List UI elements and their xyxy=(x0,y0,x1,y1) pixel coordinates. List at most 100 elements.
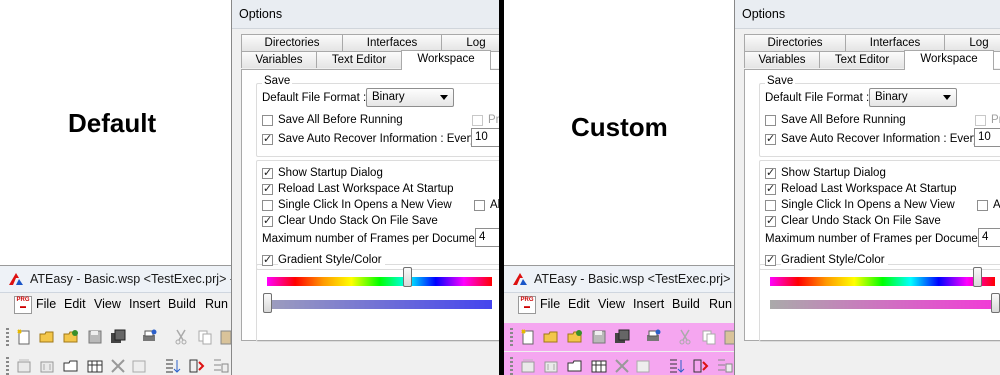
insert-task-icon[interactable] xyxy=(519,357,537,375)
insert-form-icon[interactable] xyxy=(130,357,148,375)
toolbar-grip[interactable] xyxy=(510,357,513,375)
reload-last-checkbox[interactable] xyxy=(262,182,273,195)
default-file-format-select[interactable]: Binary xyxy=(869,88,957,107)
tab-text-editor[interactable]: Text Editor xyxy=(819,51,905,68)
insert-program-icon[interactable] xyxy=(62,357,80,375)
open-folder-icon[interactable] xyxy=(38,328,56,346)
tab-log[interactable]: Log xyxy=(944,34,1000,51)
open-workspace-icon[interactable] xyxy=(62,328,80,346)
menu-run[interactable]: Run xyxy=(205,297,228,311)
menu-file[interactable]: File xyxy=(36,297,56,311)
auto-recover-minutes-field[interactable]: 10 xyxy=(471,128,499,147)
tab-log[interactable]: Log xyxy=(441,34,499,51)
gradient-checkbox[interactable] xyxy=(765,253,776,266)
show-startup-checkbox[interactable] xyxy=(262,166,273,179)
menu-insert[interactable]: Insert xyxy=(129,297,160,311)
toolbar-grip[interactable] xyxy=(510,328,513,346)
cut-icon[interactable] xyxy=(172,328,190,346)
menu-build[interactable]: Build xyxy=(672,297,700,311)
gradient-checkbox[interactable] xyxy=(262,253,273,266)
insert-statement-icon[interactable] xyxy=(163,357,181,375)
insert-test-icon[interactable] xyxy=(542,357,560,375)
save-auto-recover-checkbox[interactable] xyxy=(262,132,273,145)
save-auto-recover-checkbox[interactable] xyxy=(765,132,776,145)
save-all-checkbox[interactable] xyxy=(262,115,273,126)
save-all-icon[interactable] xyxy=(613,328,631,346)
document-menu-icon[interactable]: PRG ▬ xyxy=(518,296,536,314)
toolbar-grip[interactable] xyxy=(6,328,9,346)
tab-interfaces[interactable]: Interfaces xyxy=(845,34,945,51)
insert-call-icon[interactable] xyxy=(187,357,205,375)
print-icon[interactable] xyxy=(140,328,158,346)
copy-icon[interactable] xyxy=(700,328,718,346)
menu-edit[interactable]: Edit xyxy=(568,297,590,311)
insert-system-icon[interactable] xyxy=(590,357,608,375)
insert-test-icon[interactable] xyxy=(38,357,56,375)
menu-build[interactable]: Build xyxy=(168,297,196,311)
reload-last-label: Reload Last Workspace At Startup xyxy=(781,183,957,195)
clear-undo-checkbox[interactable] xyxy=(262,214,273,227)
truncated-option-2-checkbox[interactable] xyxy=(474,200,485,211)
tab-directories[interactable]: Directories xyxy=(744,34,846,51)
insert-driver-icon[interactable] xyxy=(613,357,631,375)
ateasy-window: ATEasy - Basic.wsp <TestExec.prj> - [T P… xyxy=(0,265,249,375)
auto-recover-minutes-field[interactable]: 10 xyxy=(974,128,1000,147)
menu-run[interactable]: Run xyxy=(709,297,732,311)
single-click-checkbox[interactable] xyxy=(262,200,273,211)
tab-overflow xyxy=(490,51,499,68)
menu-view[interactable]: View xyxy=(94,297,121,311)
reload-last-checkbox[interactable] xyxy=(765,182,776,195)
menu-view[interactable]: View xyxy=(598,297,625,311)
tab-workspace[interactable]: Workspace xyxy=(904,50,994,70)
tab-interfaces[interactable]: Interfaces xyxy=(342,34,442,51)
save-all-checkbox[interactable] xyxy=(765,115,776,126)
gradient-preview-bar xyxy=(267,300,492,309)
truncated-option-2-checkbox[interactable] xyxy=(977,200,988,211)
new-icon[interactable] xyxy=(15,328,33,346)
copy-icon[interactable] xyxy=(196,328,214,346)
toolbar-grip[interactable] xyxy=(6,357,9,375)
tab-workspace[interactable]: Workspace xyxy=(401,50,491,70)
tab-text-editor[interactable]: Text Editor xyxy=(316,51,402,68)
max-frames-field[interactable]: 4 xyxy=(978,228,1000,247)
insert-call-icon[interactable] xyxy=(691,357,709,375)
cut-icon[interactable] xyxy=(676,328,694,346)
new-icon[interactable] xyxy=(519,328,537,346)
save-all-icon[interactable] xyxy=(109,328,127,346)
show-startup-checkbox[interactable] xyxy=(765,166,776,179)
insert-statement-icon[interactable] xyxy=(667,357,685,375)
single-click-checkbox[interactable] xyxy=(765,200,776,211)
insert-form-icon[interactable] xyxy=(634,357,652,375)
gradient-hue-slider-thumb[interactable] xyxy=(402,267,412,287)
panel-custom: Custom ATEasy - Basic.wsp <TestExec.prj>… xyxy=(504,0,1000,375)
insert-if-icon[interactable] xyxy=(715,357,733,375)
open-workspace-icon[interactable] xyxy=(566,328,584,346)
save-icon[interactable] xyxy=(590,328,608,346)
open-folder-icon[interactable] xyxy=(542,328,560,346)
default-file-format-select[interactable]: Binary xyxy=(366,88,454,107)
gradient-intensity-slider-thumb[interactable] xyxy=(991,293,1000,313)
truncated-option-checkbox[interactable] xyxy=(472,115,483,126)
tab-directories[interactable]: Directories xyxy=(241,34,343,51)
max-frames-label: Maximum number of Frames per Document : xyxy=(262,233,491,245)
gradient-hue-slider-thumb[interactable] xyxy=(973,267,982,287)
print-icon[interactable] xyxy=(644,328,662,346)
insert-if-icon[interactable] xyxy=(211,357,229,375)
max-frames-field[interactable]: 4 xyxy=(475,228,499,247)
document-menu-icon[interactable]: PRG ▬ xyxy=(14,296,32,314)
insert-program-icon[interactable] xyxy=(566,357,584,375)
menu-edit[interactable]: Edit xyxy=(64,297,86,311)
clear-undo-checkbox[interactable] xyxy=(765,214,776,227)
gradient-intensity-slider-thumb[interactable] xyxy=(263,293,272,313)
tab-variables[interactable]: Variables xyxy=(241,51,317,68)
insert-driver-icon[interactable] xyxy=(109,357,127,375)
tab-variables[interactable]: Variables xyxy=(744,51,820,68)
insert-system-icon[interactable] xyxy=(86,357,104,375)
app-title-bar: ATEasy - Basic.wsp <TestExec.prj> - [T xyxy=(0,266,249,293)
insert-task-icon[interactable] xyxy=(15,357,33,375)
menu-file[interactable]: File xyxy=(540,297,560,311)
single-click-label: Single Click In Opens a New View xyxy=(278,199,452,211)
menu-insert[interactable]: Insert xyxy=(633,297,664,311)
truncated-option-checkbox[interactable] xyxy=(975,115,986,126)
save-icon[interactable] xyxy=(86,328,104,346)
